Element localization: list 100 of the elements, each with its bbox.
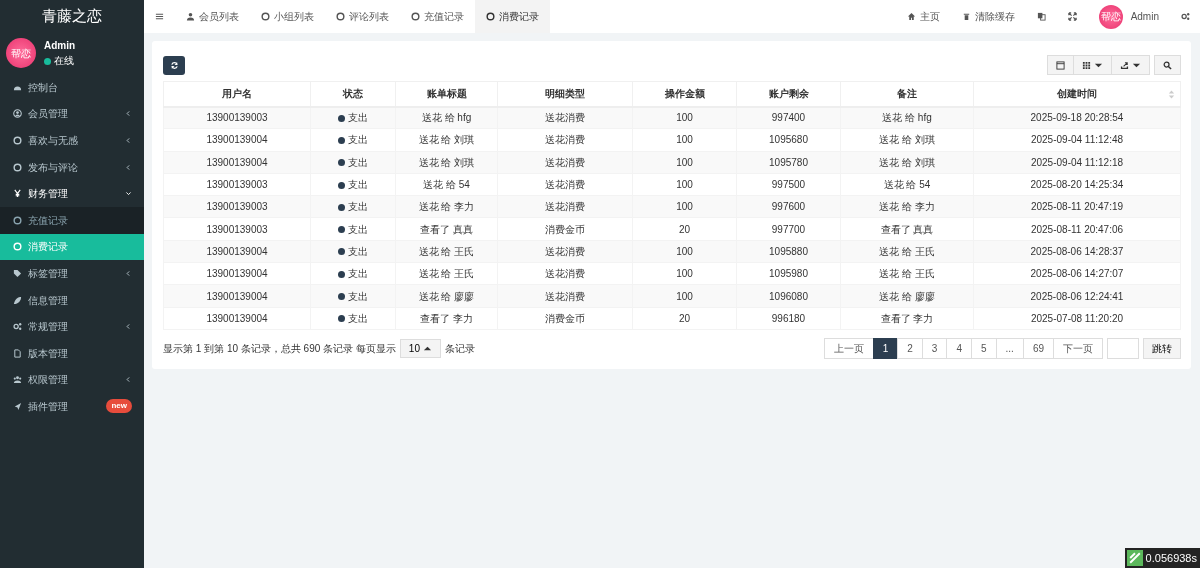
nav-tab[interactable]: 消费记录 [475,0,550,33]
table-cell: 20 [678,312,691,324]
table-cell: 13900139004 [206,156,268,168]
sidebar-subitem[interactable]: 充值记录 [0,206,144,234]
sidebar-item[interactable]: 插件管理 new [0,393,144,420]
table-cell: 送花 给 王氏 [879,268,935,280]
circle-icon [13,136,22,145]
refresh-button[interactable] [163,55,185,75]
online-status: 在线 [44,53,76,68]
table-cell: 送花消费 [545,268,585,280]
tags-icon [13,268,22,278]
table-cell: 2025-08-11 20:47:06 [1030,223,1124,235]
trash-icon [961,12,971,21]
expand-icon [1067,12,1077,21]
search-icon [1163,60,1172,70]
table-cell: 996180 [771,312,806,324]
records-summary: 显示第 1 到第 10 条记录，总共 690 条记录 每页显示 [163,341,396,356]
sidebar-item[interactable]: 发布与评论 [0,153,144,181]
nav-tab[interactable]: 评论列表 [325,0,400,33]
user-circle-icon [13,109,22,119]
home-link[interactable]: 主页 [895,0,951,33]
page-button[interactable]: ... [995,337,1024,359]
table-cell: 997500 [771,179,806,191]
grid-icon [1082,60,1091,70]
page-button[interactable]: 3 [921,337,948,359]
table-cell: 1095680 [769,134,808,146]
home-icon [906,12,916,21]
sidebar-item[interactable]: 常规管理 [0,313,144,340]
clear-cache-button[interactable]: 清除缓存 [950,0,1026,33]
status-label: 支出 [338,245,368,257]
page-number-input[interactable] [1107,337,1139,359]
table-cell: 13900139004 [206,312,268,324]
table-cell: 查看了 李力 [880,312,934,324]
table-cell: 查看了 李力 [420,312,473,324]
table-cell: 100 [676,156,693,168]
table-cell: 100 [676,134,693,146]
page-button[interactable]: 2 [897,337,923,359]
user-menu[interactable]: 帮恋 Admin [1087,0,1170,33]
table-cell: 送花消费 [545,156,585,168]
columns-button[interactable] [1073,55,1112,75]
column-header[interactable]: 创建时间 [973,81,1181,107]
menu-icon [155,12,164,21]
table-cell: 13900139003 [206,112,268,124]
table-cell: 997600 [771,201,806,213]
trace-badge[interactable]: 0.056938s [1124,548,1200,568]
status-label: 支出 [338,112,368,124]
circle-icon [486,12,495,21]
sidebar-item[interactable]: 权限管理 [0,366,144,394]
export-icon [1120,60,1129,70]
yen-icon [13,189,22,199]
table-cell: 100 [676,245,693,257]
table-cell: 2025-08-06 14:28:37 [1030,245,1124,257]
sidebar-item[interactable]: 财务管理 [0,180,144,207]
sidebar-item[interactable]: 信息管理 [0,286,144,314]
translate-icon [1036,12,1046,21]
circle-icon [13,215,22,225]
sidebar-item[interactable]: 喜欢与无感 [0,127,144,154]
settings-icon [1181,12,1190,21]
table-cell: 送花消费 [545,112,585,124]
nav-tab[interactable]: 小组列表 [250,0,325,33]
circle-icon [411,12,420,21]
table-cell: 100 [676,112,693,124]
circle-icon [13,162,22,172]
page-button[interactable]: 4 [946,337,972,359]
table-cell: 送花 给 王氏 [418,268,475,280]
jump-button[interactable]: 跳转 [1143,337,1181,359]
nav-tab[interactable]: 会员列表 [175,0,250,33]
table-cell: 1095780 [769,156,808,168]
table-cell: 送花 给 廖廖 [418,290,475,302]
page-size-dropdown[interactable]: 10 [399,338,441,358]
table-cell: 送花 给 李力 [418,201,475,213]
table-cell: 送花 给 54 [883,179,931,191]
page-button[interactable]: 1 [872,337,899,359]
toggle-view-button[interactable] [1047,55,1074,75]
previous-page-button[interactable]: 上一页 [823,337,874,359]
table-cell: 送花 给 刘琪 [418,134,475,146]
nav-tab[interactable]: 充值记录 [400,0,475,33]
status-label: 支出 [338,223,368,235]
table-cell: 100 [676,201,693,213]
refresh-icon [169,60,179,70]
page-button[interactable]: 69 [1022,337,1054,359]
circle-icon [13,242,22,252]
status-label: 支出 [338,179,368,191]
sidebar-item[interactable]: 会员管理 [0,100,144,128]
search-button[interactable] [1154,55,1181,75]
table-cell: 13900139004 [206,268,268,280]
table-cell: 13900139004 [206,134,268,146]
sidebar-item[interactable]: 控制台 [0,74,144,101]
column-header: 明细类型 [497,81,633,107]
table-cell: 查看了 真真 [880,223,934,235]
trace-logo-icon [1126,550,1143,566]
export-button[interactable] [1111,55,1150,75]
sidebar-item[interactable]: 标签管理 [0,260,144,287]
table-cell: 1096080 [769,290,808,302]
user-name: Admin [44,39,76,53]
next-page-button[interactable]: 下一页 [1053,337,1103,359]
table-cell: 送花 给 李力 [879,201,935,213]
page-button[interactable]: 5 [970,337,997,359]
table-cell: 2025-08-11 20:47:19 [1030,201,1124,213]
sidebar-item[interactable]: 版本管理 [0,339,144,367]
